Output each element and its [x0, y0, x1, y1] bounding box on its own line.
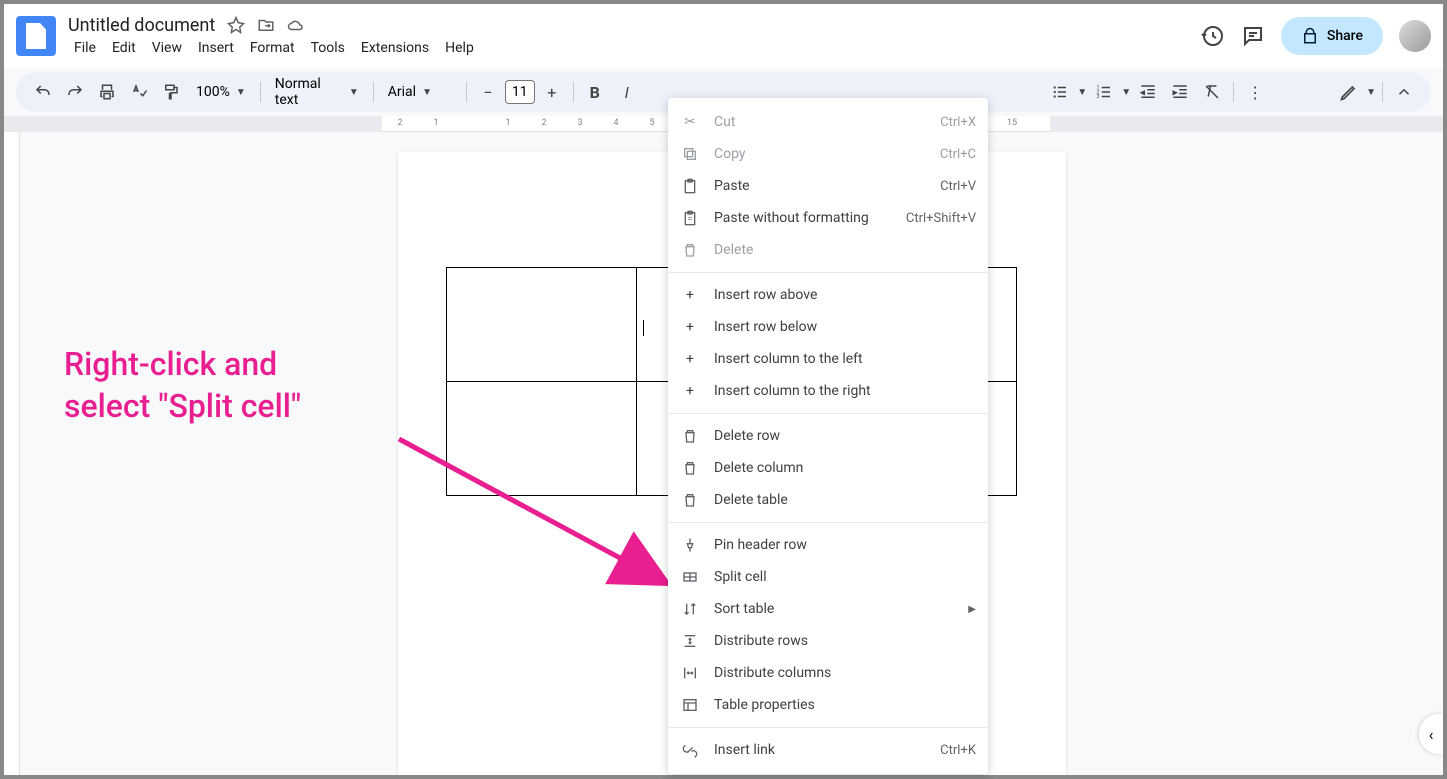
document-title[interactable]: Untitled document	[68, 15, 215, 36]
redo-button[interactable]	[60, 77, 90, 107]
edit-mode-dropdown[interactable]: ▼	[1366, 87, 1376, 98]
more-button[interactable]: ⋮	[1240, 77, 1270, 107]
menu-distribute-columns[interactable]: Distribute columns	[668, 657, 988, 689]
menu-insert-row-below[interactable]: +Insert row below	[668, 311, 988, 343]
menu-help[interactable]: Help	[439, 38, 480, 58]
split-cell-icon	[680, 567, 700, 587]
menu-file[interactable]: File	[68, 38, 102, 58]
paste-icon	[680, 176, 700, 196]
menu-pin-header-row[interactable]: Pin header row	[668, 529, 988, 561]
distribute-cols-icon	[680, 663, 700, 683]
chevron-right-icon: ▶	[968, 604, 976, 615]
trash-icon	[680, 490, 700, 510]
annotation-text: Right-click and select "Split cell"	[64, 344, 301, 427]
distribute-rows-icon	[680, 631, 700, 651]
font-size-increase[interactable]: +	[537, 77, 567, 107]
undo-button[interactable]	[28, 77, 58, 107]
clear-format-button[interactable]	[1197, 77, 1227, 107]
share-label: Share	[1327, 28, 1363, 44]
table-props-icon	[680, 695, 700, 715]
pin-icon	[680, 535, 700, 555]
trash-icon	[680, 240, 700, 260]
menu-delete-row[interactable]: Delete row	[668, 420, 988, 452]
menu-delete[interactable]: Delete	[668, 234, 988, 266]
history-icon[interactable]	[1201, 24, 1225, 48]
edit-mode-button[interactable]	[1334, 77, 1364, 107]
menu-tools[interactable]: Tools	[305, 38, 351, 58]
svg-text:3: 3	[1097, 94, 1100, 100]
menu-sort-table[interactable]: Sort table▶	[668, 593, 988, 625]
menu-table-properties[interactable]: Table properties	[668, 689, 988, 721]
star-icon[interactable]	[227, 16, 245, 34]
collapse-button[interactable]	[1389, 77, 1419, 107]
menu-insert-column-left[interactable]: +Insert column to the left	[668, 343, 988, 375]
link-icon	[680, 740, 700, 760]
menu-delete-table[interactable]: Delete table	[668, 484, 988, 516]
font-select[interactable]: Arial▼	[380, 84, 460, 100]
menu-format[interactable]: Format	[244, 38, 301, 58]
cloud-icon[interactable]	[287, 16, 305, 34]
bullet-list-dropdown[interactable]: ▼	[1077, 87, 1087, 98]
plus-icon: +	[680, 381, 700, 401]
numbered-list-button[interactable]: 123	[1089, 77, 1119, 107]
sort-icon	[680, 599, 700, 619]
trash-icon	[680, 458, 700, 478]
move-icon[interactable]	[257, 16, 275, 34]
menu-distribute-rows[interactable]: Distribute rows	[668, 625, 988, 657]
style-select[interactable]: Normal text▼	[267, 76, 367, 108]
menu-insert[interactable]: Insert	[192, 38, 240, 58]
share-button[interactable]: Share	[1281, 17, 1383, 55]
menu-insert-row-above[interactable]: +Insert row above	[668, 279, 988, 311]
menu-delete-column[interactable]: Delete column	[668, 452, 988, 484]
context-menu: ✂CutCtrl+X CopyCtrl+C PasteCtrl+V Paste …	[668, 98, 988, 774]
italic-button[interactable]: I	[612, 77, 642, 107]
menu-insert-link[interactable]: Insert linkCtrl+K	[668, 734, 988, 766]
menu-paste-without-formatting[interactable]: Paste without formattingCtrl+Shift+V	[668, 202, 988, 234]
plus-icon: +	[680, 285, 700, 305]
trash-icon	[680, 426, 700, 446]
plus-icon: +	[680, 317, 700, 337]
cut-icon: ✂	[680, 112, 700, 132]
paint-format-button[interactable]	[156, 77, 186, 107]
bold-button[interactable]: B	[580, 77, 610, 107]
table-cell[interactable]	[446, 268, 636, 382]
numbered-list-dropdown[interactable]: ▼	[1121, 87, 1131, 98]
indent-decrease-button[interactable]	[1133, 77, 1163, 107]
font-size-input[interactable]	[505, 80, 535, 104]
menu-copy[interactable]: CopyCtrl+C	[668, 138, 988, 170]
indent-increase-button[interactable]	[1165, 77, 1195, 107]
paste-plain-icon	[680, 208, 700, 228]
menu-split-cell[interactable]: Split cell	[668, 561, 988, 593]
font-size-decrease[interactable]: −	[473, 77, 503, 107]
bullet-list-button[interactable]	[1045, 77, 1075, 107]
copy-icon	[680, 144, 700, 164]
menu-view[interactable]: View	[146, 38, 188, 58]
plus-icon: +	[680, 349, 700, 369]
menu-insert-column-right[interactable]: +Insert column to the right	[668, 375, 988, 407]
spellcheck-button[interactable]	[124, 77, 154, 107]
annotation-arrow	[394, 434, 684, 604]
ruler-vertical	[4, 132, 20, 775]
avatar[interactable]	[1399, 20, 1431, 52]
print-button[interactable]	[92, 77, 122, 107]
docs-logo-icon[interactable]	[16, 16, 56, 56]
menu-edit[interactable]: Edit	[106, 38, 142, 58]
menu-extensions[interactable]: Extensions	[355, 38, 435, 58]
menu-cut[interactable]: ✂CutCtrl+X	[668, 106, 988, 138]
comment-icon[interactable]	[1241, 24, 1265, 48]
zoom-select[interactable]: 100%▼	[188, 84, 254, 100]
menu-paste[interactable]: PasteCtrl+V	[668, 170, 988, 202]
